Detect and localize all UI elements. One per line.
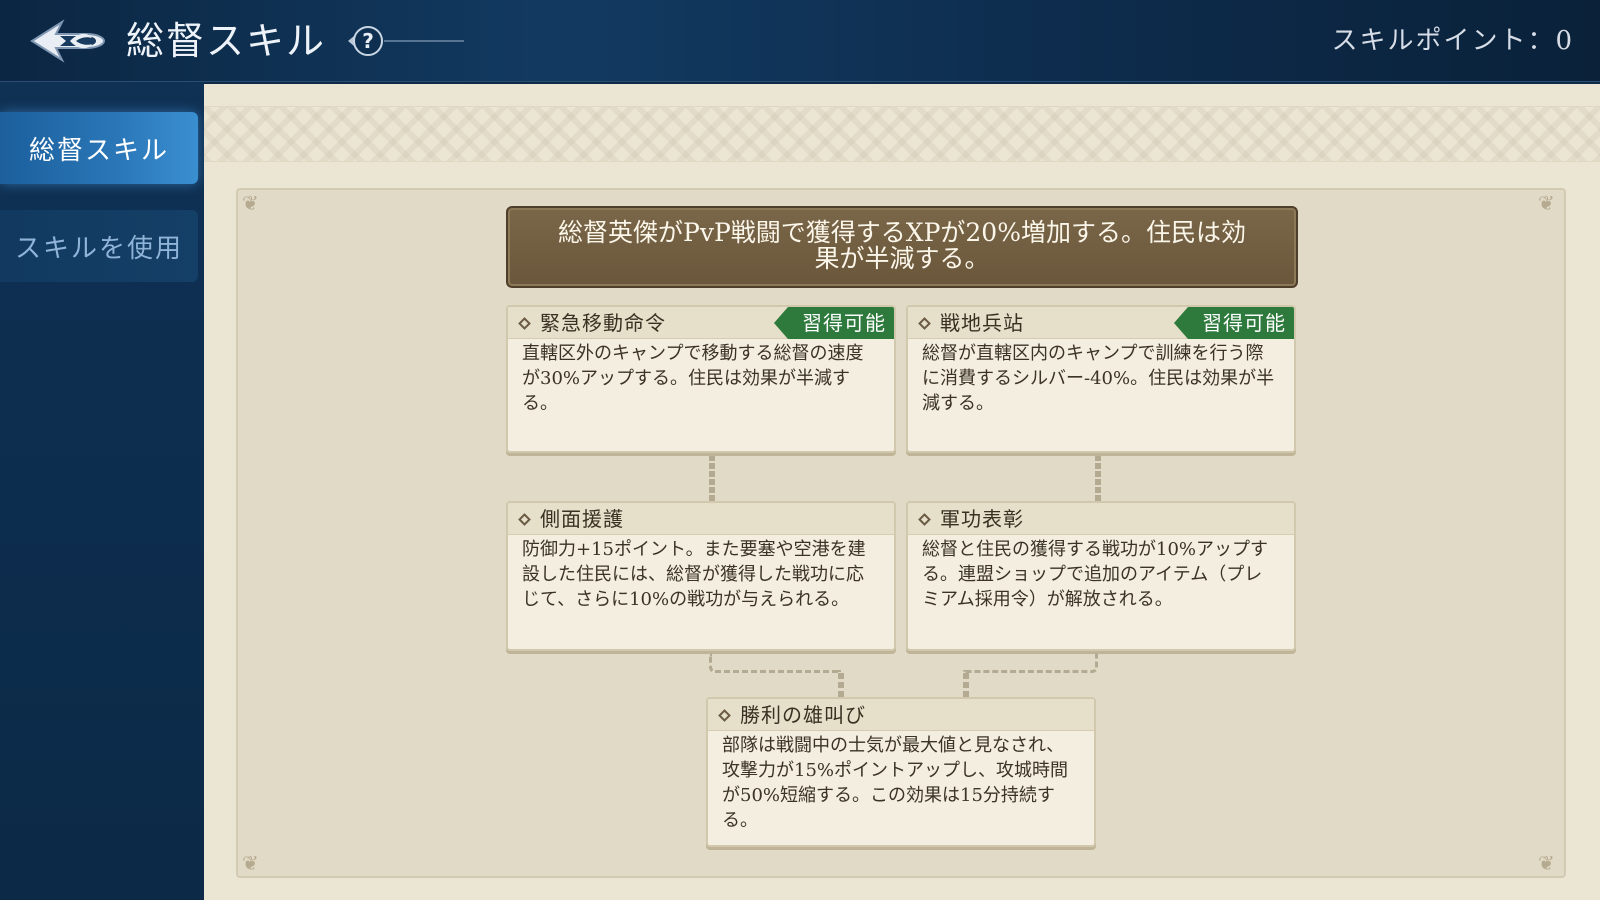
skill-description: 総督と住民の獲得する戦功が10%アップする。連盟ショップで追加のアイテム（プレミ… — [922, 539, 1269, 610]
skill-card-header: 緊急移動命令 習得可能 — [508, 307, 894, 339]
skill-description: 部隊は戦闘中の士気が最大値と見なされ、攻撃力が15%ポイントアップし、攻城時間が… — [722, 735, 1069, 831]
banner-text-line2: 果が半減する。 — [814, 244, 990, 273]
skill-points-label: スキルポイント： — [1331, 26, 1556, 56]
skill-card-field-logistics[interactable]: 戦地兵站 習得可能 総督が直轄区内のキャンプで訓練を行う際に消費するシルバー-4… — [906, 305, 1296, 453]
connector-line — [963, 653, 1098, 673]
skill-name: 軍功表彰 — [940, 507, 1024, 531]
top-bar: 総督スキル ? スキルポイント：0 — [0, 0, 1600, 82]
ornament-band — [204, 106, 1600, 162]
sidebar: 総督スキル スキルを使用 — [0, 82, 204, 900]
diamond-icon — [518, 317, 531, 330]
diamond-icon — [918, 513, 931, 526]
question-icon: ? — [348, 26, 464, 56]
skill-card-header: 側面援護 — [508, 503, 894, 535]
help-button[interactable]: ? — [346, 22, 470, 60]
banner-text-line1: 総督英傑がPvP戦闘で獲得するXPが20%増加する。住民は効 — [558, 218, 1246, 247]
skill-points-value: 0 — [1555, 26, 1574, 56]
corner-ornament-icon: ❦ — [242, 851, 259, 875]
skill-card-header: 軍功表彰 — [908, 503, 1294, 535]
diamond-icon — [718, 709, 731, 722]
skill-card-header: 戦地兵站 習得可能 — [908, 307, 1294, 339]
skill-description: 総督が直轄区内のキャンプで訓練を行う際に消費するシルバー-40%。住民は効果が半… — [922, 343, 1275, 414]
svg-text:?: ? — [362, 29, 374, 53]
skill-name: 戦地兵站 — [940, 311, 1024, 335]
skill-card-header: 勝利の雄叫び — [708, 699, 1094, 731]
skill-name: 緊急移動命令 — [540, 311, 666, 335]
skill-name: 勝利の雄叫び — [740, 703, 866, 727]
connector-line — [963, 673, 969, 697]
skill-description: 直轄区外のキャンプで移動する総督の速度が30%アップする。住民は効果が半減する。 — [522, 343, 864, 414]
diamond-icon — [918, 317, 931, 330]
back-button[interactable] — [26, 14, 110, 68]
learnable-badge: 習得可能 — [1174, 307, 1294, 339]
skill-card-emergency-move[interactable]: 緊急移動命令 習得可能 直轄区外のキャンプで移動する総督の速度が30%アップする… — [506, 305, 896, 453]
learnable-badge: 習得可能 — [774, 307, 894, 339]
diamond-icon — [518, 513, 531, 526]
sidebar-tab-use-skill[interactable]: スキルを使用 — [0, 210, 198, 282]
sidebar-tab-governor-skills[interactable]: 総督スキル — [0, 112, 198, 184]
connector-line — [709, 653, 841, 673]
skill-card-flank-support[interactable]: 側面援護 防御力+15ポイント。また要塞や空港を建設した住民には、総督が獲得した… — [506, 501, 896, 651]
corner-ornament-icon: ❦ — [242, 191, 259, 215]
current-effect-banner: 総督英傑がPvP戦闘で獲得するXPが20%増加する。住民は効 果が半減する。 — [506, 206, 1298, 288]
back-arrow-icon — [30, 19, 106, 63]
skill-description: 防御力+15ポイント。また要塞や空港を建設した住民には、総督が獲得した戦功に応じ… — [522, 539, 866, 610]
connector-line — [709, 455, 715, 501]
skill-name: 側面援護 — [540, 507, 624, 531]
skill-points-display: スキルポイント：0 — [1331, 20, 1574, 62]
connector-line — [1095, 455, 1101, 501]
connector-line — [838, 673, 844, 697]
page-title: 総督スキル — [126, 19, 327, 63]
skill-card-merit-commendation[interactable]: 軍功表彰 総督と住民の獲得する戦功が10%アップする。連盟ショップで追加のアイテ… — [906, 501, 1296, 651]
corner-ornament-icon: ❦ — [1538, 191, 1555, 215]
skill-card-victory-roar[interactable]: 勝利の雄叫び 部隊は戦闘中の士気が最大値と見なされ、攻撃力が15%ポイントアップ… — [706, 697, 1096, 847]
corner-ornament-icon: ❦ — [1538, 851, 1555, 875]
